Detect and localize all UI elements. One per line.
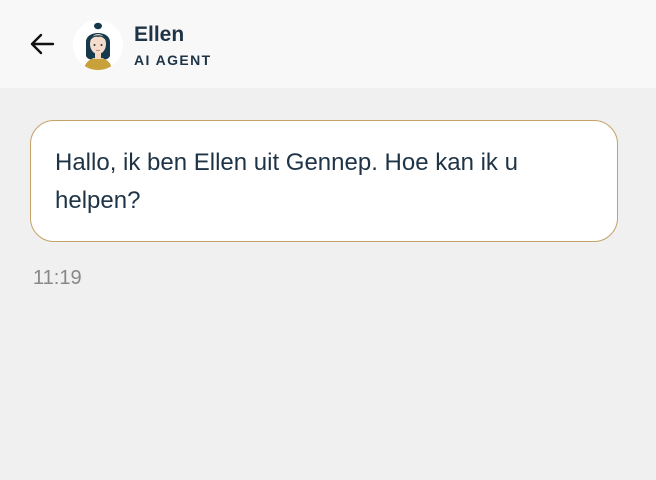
back-button[interactable] <box>22 26 62 62</box>
chat-header: Ellen AI AGENT <box>0 0 656 88</box>
agent-avatar <box>73 20 123 70</box>
agent-role-label: AI AGENT <box>134 52 212 68</box>
agent-message-bubble: Hallo, ik ben Ellen uit Gennep. Hoe kan … <box>30 120 618 242</box>
agent-name: Ellen <box>134 23 185 46</box>
message-timestamp: 11:19 <box>33 267 82 289</box>
arrow-left-icon <box>30 33 55 55</box>
